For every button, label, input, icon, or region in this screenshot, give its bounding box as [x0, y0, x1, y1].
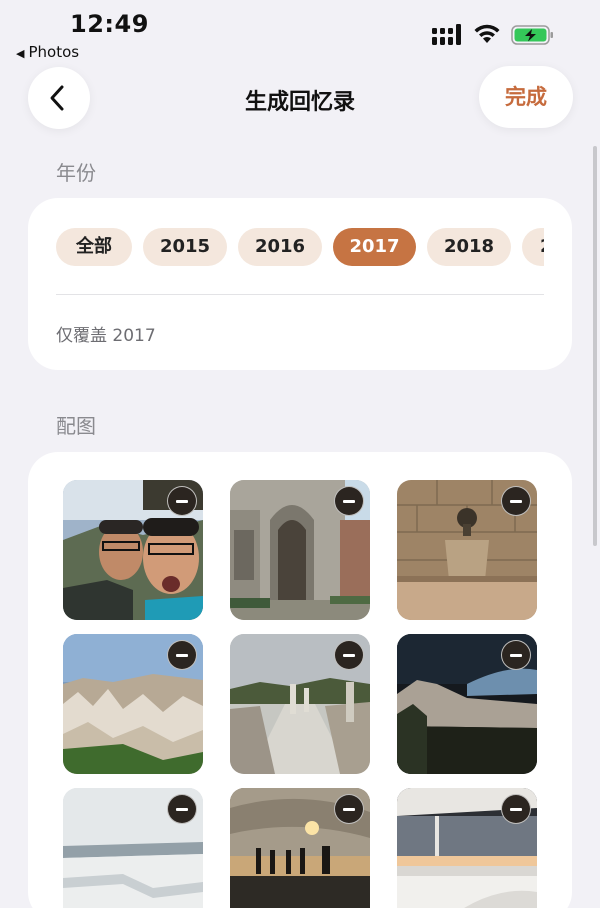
photo-thumb-night-cliff[interactable] — [397, 634, 537, 774]
remove-photo-button[interactable] — [501, 794, 531, 824]
photo-thumb-sunset[interactable] — [230, 788, 370, 908]
photos-card — [28, 452, 572, 908]
remove-photo-button[interactable] — [334, 640, 364, 670]
remove-photo-button[interactable] — [167, 794, 197, 824]
photo-thumb-selfie[interactable] — [63, 480, 203, 620]
remove-photo-button[interactable] — [167, 486, 197, 516]
year-card: 全部 2015 2016 2017 2018 2 仅覆盖 2017 — [28, 198, 572, 370]
divider — [56, 294, 544, 295]
battery-charging-icon — [511, 25, 553, 45]
remove-photo-button[interactable] — [334, 794, 364, 824]
cellular-signal-icon — [432, 24, 461, 45]
scrollbar[interactable] — [593, 146, 597, 546]
photo-thumb-valley[interactable] — [63, 634, 203, 774]
status-bar: 12:49 ◀ Photos — [0, 0, 600, 62]
coverage-text: 仅覆盖 2017 — [56, 326, 156, 346]
year-section-label: 年份 — [56, 161, 96, 185]
photo-section-label: 配图 — [56, 414, 96, 438]
remove-photo-button[interactable] — [167, 640, 197, 670]
done-button[interactable]: 完成 — [479, 66, 573, 128]
photo-thumb-boat[interactable] — [397, 788, 537, 908]
back-to-photos-link[interactable]: ◀ Photos — [16, 43, 79, 61]
photo-thumb-gate[interactable] — [230, 480, 370, 620]
remove-photo-button[interactable] — [501, 640, 531, 670]
photo-thumb-ruins[interactable] — [230, 634, 370, 774]
year-chip-2016[interactable]: 2016 — [238, 228, 322, 266]
year-chip-2015[interactable]: 2015 — [143, 228, 227, 266]
triangle-left-icon: ◀ — [16, 47, 25, 60]
photo-thumb-travertine[interactable] — [63, 788, 203, 908]
wifi-icon — [474, 24, 500, 43]
year-chip-2018[interactable]: 2018 — [427, 228, 511, 266]
remove-photo-button[interactable] — [501, 486, 531, 516]
photo-thumb-fountain[interactable] — [397, 480, 537, 620]
status-time: 12:49 — [70, 10, 149, 38]
back-app-label: Photos — [28, 43, 80, 61]
remove-photo-button[interactable] — [334, 486, 364, 516]
year-chip-partial[interactable]: 2 — [522, 228, 544, 266]
year-chip-all[interactable]: 全部 — [56, 228, 132, 266]
year-chip-row[interactable]: 全部 2015 2016 2017 2018 2 — [56, 228, 544, 268]
year-chip-2017-selected[interactable]: 2017 — [333, 228, 416, 266]
